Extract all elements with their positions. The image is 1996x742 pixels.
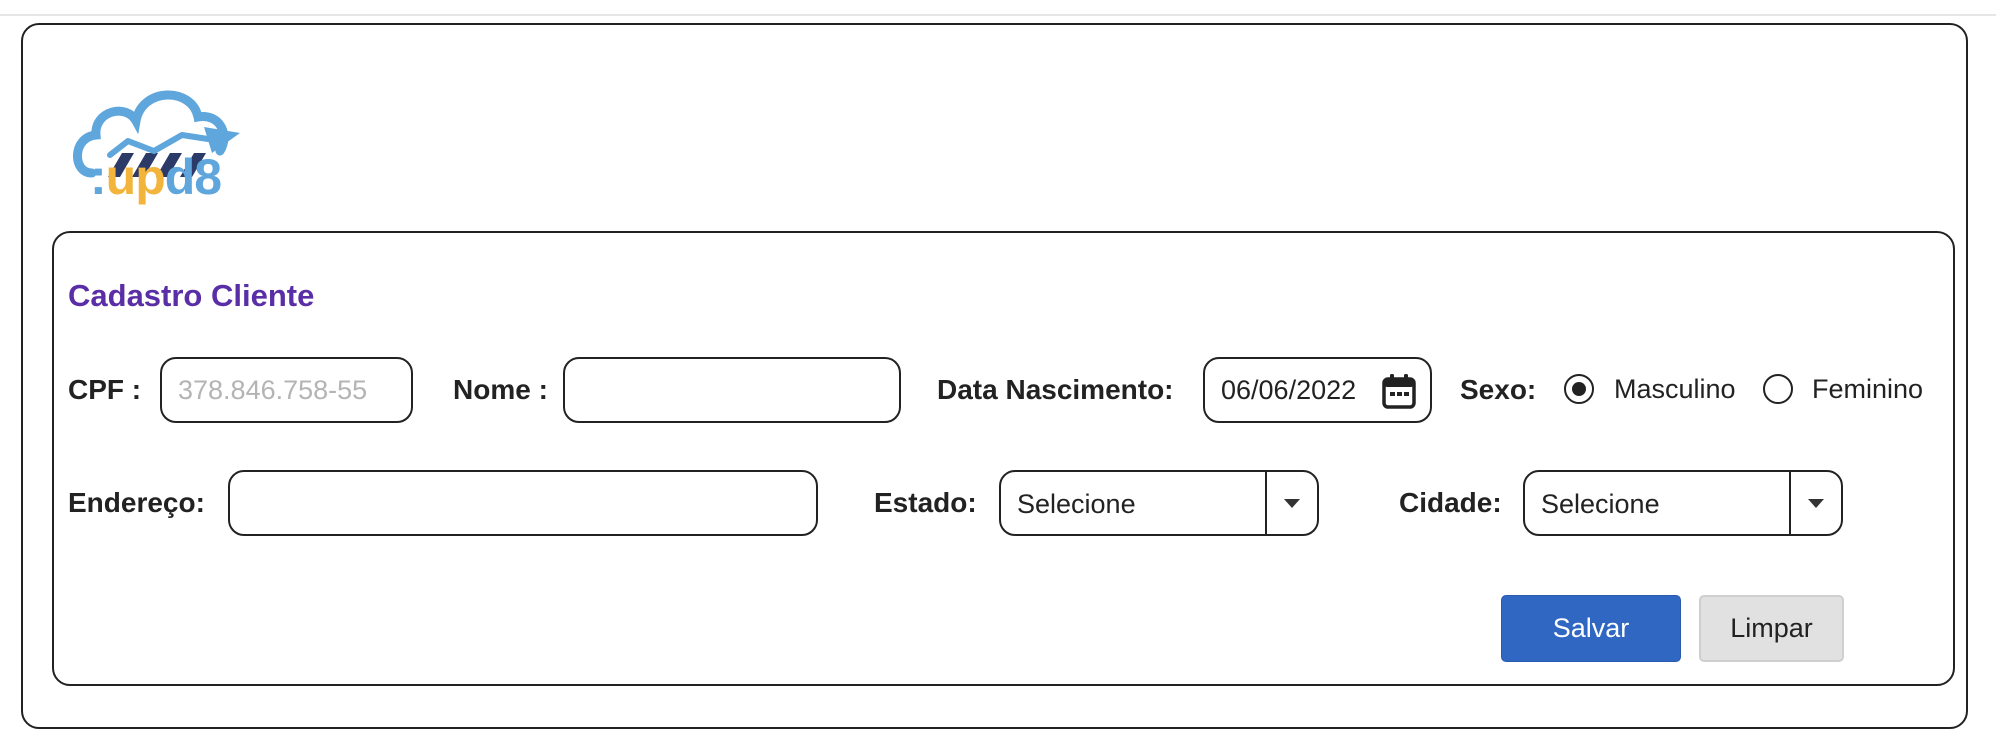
radio-feminino-label[interactable]: Feminino	[1812, 374, 1923, 405]
data-nascimento-field[interactable]: 06/06/2022	[1203, 357, 1432, 423]
radio-masculino[interactable]	[1564, 374, 1594, 404]
radio-selected-dot	[1572, 382, 1586, 396]
estado-select[interactable]: Selecione	[999, 470, 1319, 536]
cidade-selected-value: Selecione	[1541, 489, 1660, 519]
select-divider	[1789, 472, 1791, 534]
radio-feminino[interactable]	[1763, 374, 1793, 404]
cpf-label: CPF :	[68, 374, 142, 405]
chevron-down-icon[interactable]	[1808, 499, 1824, 508]
chevron-down-icon[interactable]	[1284, 499, 1300, 508]
radio-masculino-label[interactable]: Masculino	[1614, 374, 1736, 405]
endereco-field[interactable]	[228, 470, 818, 536]
cidade-label: Cidade:	[1399, 487, 1502, 518]
sexo-label: Sexo:	[1460, 374, 1537, 405]
endereco-input[interactable]	[230, 472, 816, 534]
logo-wordmark: :upd8	[90, 149, 222, 205]
cpf-input[interactable]	[162, 359, 411, 421]
clear-button[interactable]: Limpar	[1699, 595, 1844, 662]
calendar-icon[interactable]	[1382, 373, 1416, 409]
cidade-select[interactable]: Selecione	[1523, 470, 1843, 536]
endereco-label: Endereço:	[68, 487, 205, 518]
top-divider	[0, 14, 1996, 16]
data-nascimento-label: Data Nascimento:	[937, 374, 1174, 405]
nome-field[interactable]	[563, 357, 901, 423]
nome-label: Nome :	[453, 374, 548, 405]
data-nascimento-value: 06/06/2022	[1221, 375, 1357, 405]
estado-label: Estado:	[874, 487, 977, 518]
nome-input[interactable]	[565, 359, 899, 421]
cpf-field[interactable]	[160, 357, 413, 423]
select-divider	[1265, 472, 1267, 534]
save-button[interactable]: Salvar	[1501, 595, 1681, 662]
form-title: Cadastro Cliente	[68, 278, 315, 313]
estado-selected-value: Selecione	[1017, 489, 1136, 519]
